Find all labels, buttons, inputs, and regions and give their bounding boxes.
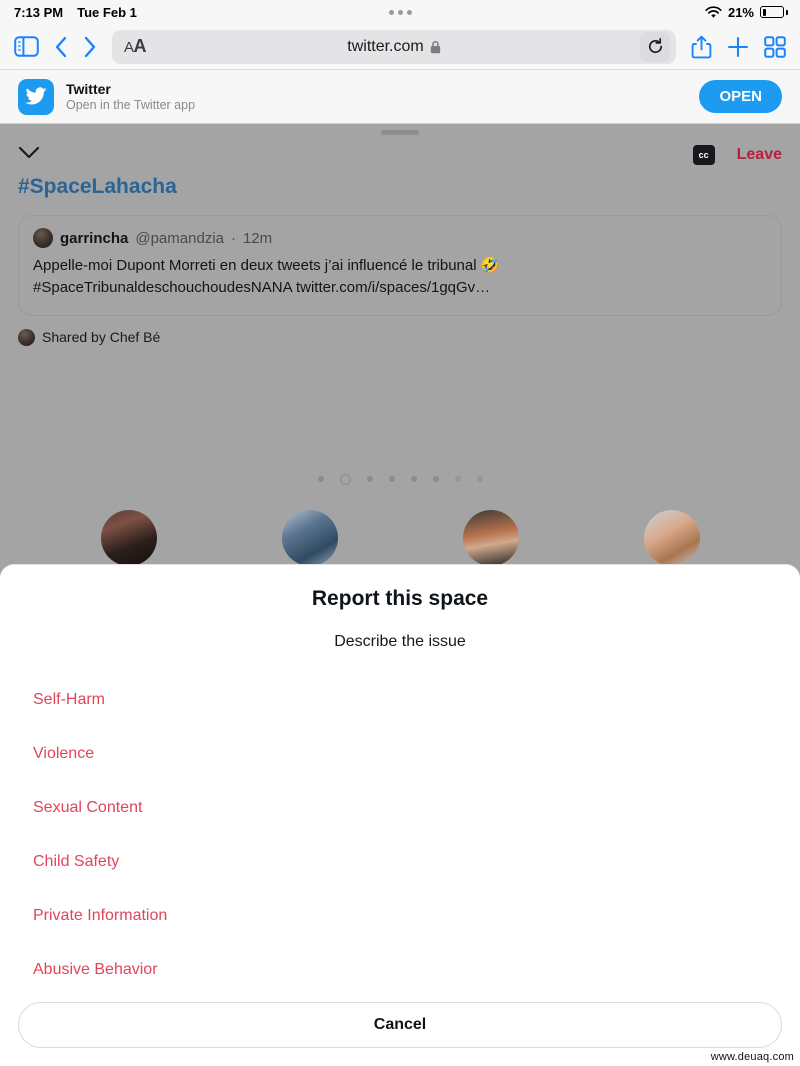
browser-window: 7:13 PM Tue Feb 1 21% AA twitter.com Twi… (0, 0, 800, 1066)
avatar (643, 509, 700, 566)
report-option-child-safety[interactable]: Child Safety (0, 835, 800, 889)
captions-badge[interactable]: cc (692, 145, 715, 165)
pagination-dots[interactable] (0, 473, 800, 485)
battery-icon (760, 6, 788, 18)
cancel-container: Cancel (0, 1002, 800, 1066)
report-option-sexual-content[interactable]: Sexual Content (0, 781, 800, 835)
chevron-down-icon[interactable] (18, 146, 40, 164)
url-display[interactable]: twitter.com (112, 38, 676, 56)
avatar (18, 328, 35, 346)
twitter-app-banner: Twitter Open in the Twitter app OPEN (0, 70, 800, 124)
tweet-author-handle: @pamandzia (135, 229, 224, 247)
tweet-author-name: garrincha (60, 229, 129, 247)
three-dots-icon-dot (388, 9, 394, 15)
leave-button[interactable]: Leave (737, 146, 782, 164)
url-text: twitter.com (347, 37, 424, 55)
avatar (281, 509, 338, 566)
status-bar: 7:13 PM Tue Feb 1 21% (0, 0, 800, 24)
three-dots-icon-dot (406, 9, 412, 15)
watermark: www.deuaq.com (710, 1051, 794, 1063)
status-bar-right: 21% (705, 0, 788, 24)
pinned-tweet-card[interactable]: garrincha @pamandzia · 12m Appelle-moi D… (18, 215, 782, 316)
report-option-violence[interactable]: Violence (0, 727, 800, 781)
tweet-header: garrincha @pamandzia · 12m (33, 228, 767, 248)
open-app-button[interactable]: OPEN (699, 80, 782, 113)
tweet-line-1: Appelle-moi Dupont Morreti en deux tweet… (33, 257, 500, 274)
pagination-dot[interactable] (476, 476, 483, 482)
chevron-right-icon[interactable] (83, 36, 97, 58)
tweet-body: Appelle-moi Dupont Morreti en deux tweet… (33, 255, 767, 299)
banner-subtitle: Open in the Twitter app (66, 98, 196, 112)
report-option-self-harm[interactable]: Self-Harm (0, 673, 800, 727)
url-bar[interactable]: AAAA twitter.com (112, 29, 676, 64)
report-option-abusive-behavior[interactable]: Abusive Behavior (0, 943, 800, 997)
space-header: cc Leave (0, 135, 800, 165)
lock-icon (430, 40, 440, 53)
pagination-dot[interactable] (366, 476, 373, 482)
banner-texts: Twitter Open in the Twitter app (66, 81, 195, 112)
pagination-dot[interactable] (317, 476, 324, 482)
chevron-left-icon[interactable] (54, 36, 68, 58)
share-icon[interactable] (691, 35, 712, 59)
multitask-indicator[interactable] (0, 0, 800, 24)
pagination-dot-active[interactable] (339, 473, 351, 485)
twitter-bird-icon (18, 78, 54, 115)
report-options-list: Self-Harm Violence Sexual Content Child … (0, 673, 800, 1002)
browser-toolbar: AAAA twitter.com (0, 24, 800, 70)
tweet-separator: · (230, 229, 236, 247)
avatar (100, 509, 157, 566)
avatar (33, 228, 53, 248)
battery-percent-label: 21% (727, 4, 754, 20)
avatar (462, 509, 519, 566)
space-header-actions: cc Leave (692, 145, 782, 165)
tweet-timestamp: 12m (242, 229, 273, 247)
banner-app-name: Twitter (66, 81, 111, 97)
space-title: #SpaceLahacha (18, 175, 177, 198)
report-option-private-information[interactable]: Private Information (0, 889, 800, 943)
space-page: cc Leave #SpaceLahacha garrincha @pamand… (0, 124, 800, 1066)
wifi-icon (705, 5, 722, 18)
pagination-dot[interactable] (432, 476, 439, 482)
shared-by-row: Shared by Chef Bé (18, 328, 782, 346)
sidebar-icon[interactable] (14, 36, 39, 57)
reload-icon[interactable] (640, 31, 670, 62)
cancel-button[interactable]: Cancel (18, 1002, 782, 1048)
pagination-dot[interactable] (454, 476, 461, 482)
shared-by-label: Shared by Chef Bé (42, 329, 161, 345)
pagination-dot[interactable] (410, 476, 417, 482)
plus-icon[interactable] (727, 36, 749, 58)
page-title: Report this space (311, 587, 489, 610)
sheet-subtitle: Describe the issue (334, 633, 466, 650)
report-space-sheet: Report this space Describe the issue Sel… (0, 564, 800, 1066)
three-dots-icon-dot (397, 9, 403, 15)
tweet-line-2: #SpaceTribunaldeschouchoudesNANA twitter… (33, 278, 491, 296)
pagination-dot[interactable] (388, 476, 395, 482)
tabs-grid-icon[interactable] (764, 35, 786, 58)
